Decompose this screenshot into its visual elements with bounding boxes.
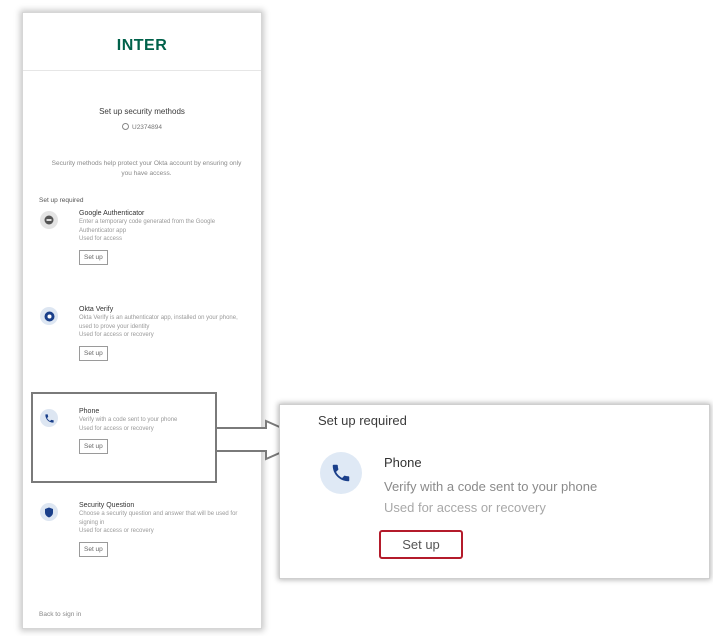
zoomed-phone-method: Set up required Phone Verify with a code… [279, 404, 710, 579]
phone-icon [320, 452, 362, 494]
zoom-method-description: Verify with a code sent to your phone [384, 479, 598, 494]
zoom-method-name: Phone [384, 455, 422, 470]
zoom-method-usage: Used for access or recovery [384, 500, 546, 515]
zoom-setup-button[interactable]: Set up [379, 530, 463, 559]
zoom-setup-required-label: Set up required [318, 413, 407, 428]
